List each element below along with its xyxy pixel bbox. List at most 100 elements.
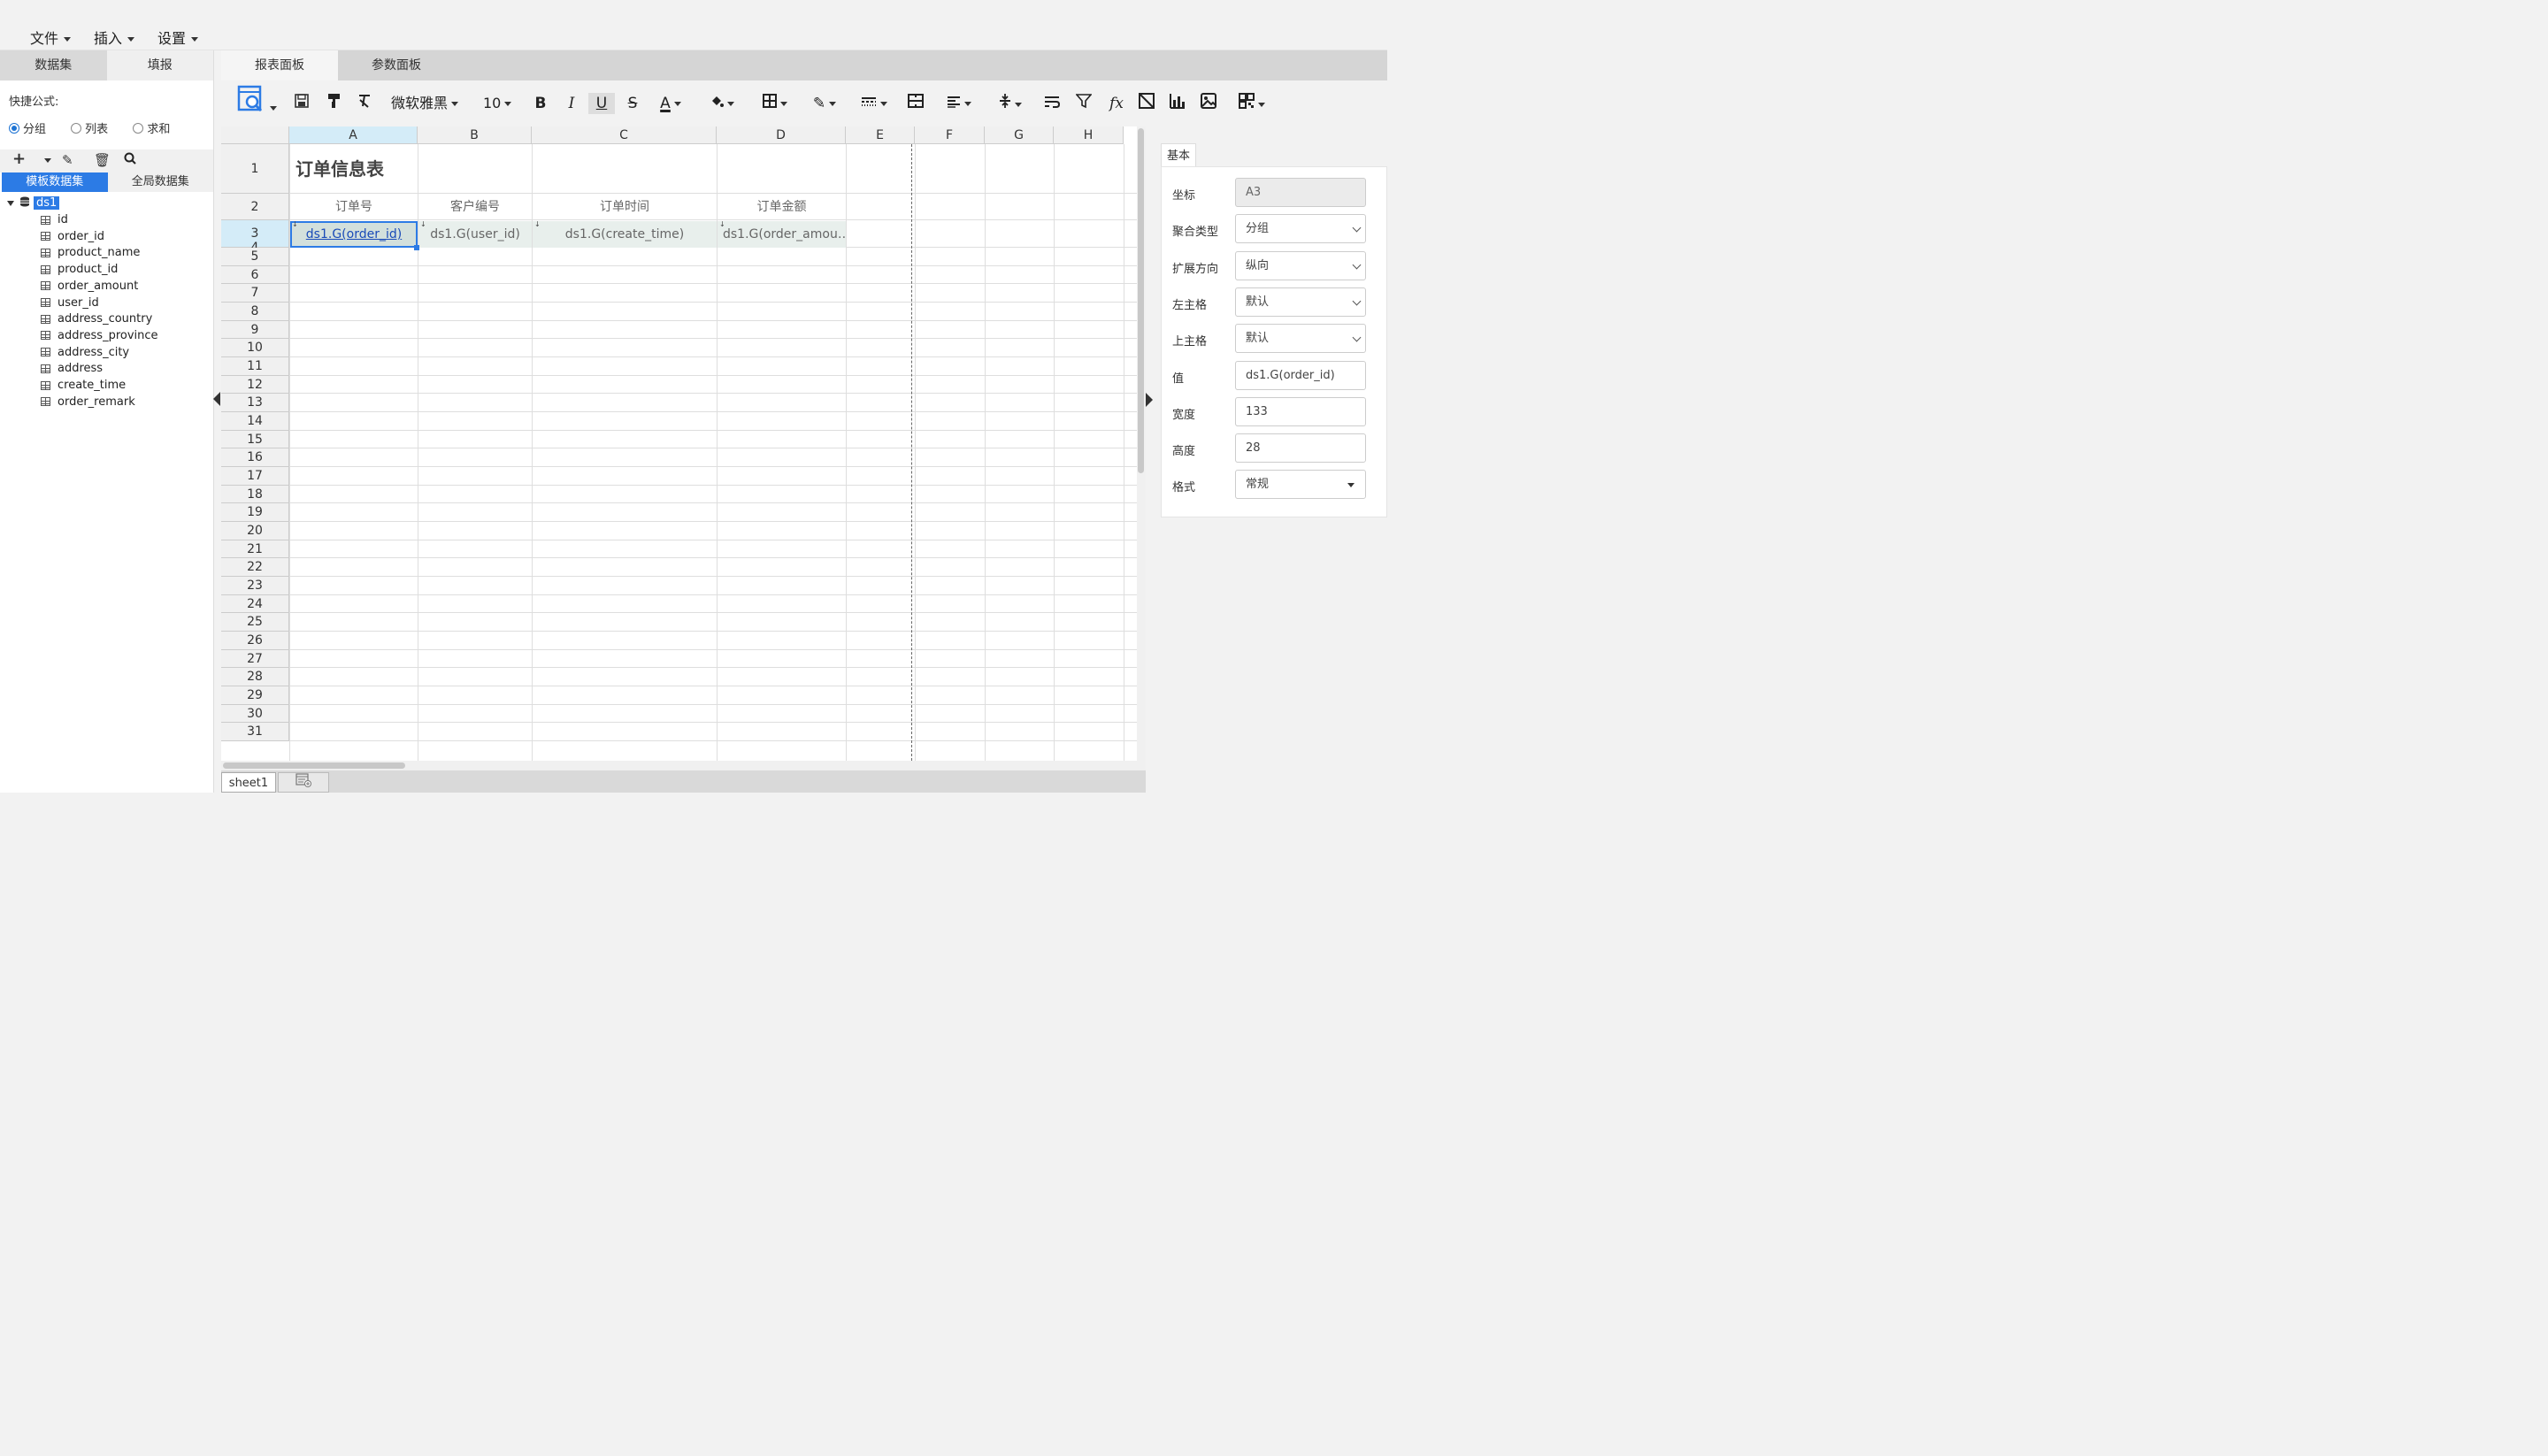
row-header[interactable]: 9 xyxy=(221,320,289,340)
caret-down-icon[interactable] xyxy=(44,158,51,163)
row-header[interactable]: 29 xyxy=(221,686,289,705)
row-header[interactable]: 28 xyxy=(221,668,289,687)
font-family-select[interactable]: 微软雅黑 xyxy=(391,93,465,114)
clear-format-icon[interactable] xyxy=(356,93,375,114)
collapse-right-arrow-icon[interactable] xyxy=(1146,393,1153,407)
radio-group[interactable]: 分组 xyxy=(9,119,46,136)
tab-template-dataset[interactable]: 模板数据集 xyxy=(2,172,108,192)
property-input[interactable]: A3 xyxy=(1235,178,1366,207)
sheet-tab[interactable]: sheet1 xyxy=(221,772,276,793)
preview-button[interactable] xyxy=(230,85,277,120)
row-header[interactable]: 20 xyxy=(221,522,289,540)
property-input[interactable]: ds1.G(order_id) xyxy=(1235,360,1366,390)
dataset-field[interactable]: address_country xyxy=(41,312,152,326)
filter-icon[interactable] xyxy=(1074,93,1094,114)
tab-report-panel[interactable]: 报表面板 xyxy=(221,50,338,80)
row-header[interactable]: 14 xyxy=(221,412,289,431)
merge-cells-icon[interactable] xyxy=(906,93,925,114)
function-icon[interactable]: fx xyxy=(1106,93,1127,114)
dataset-field[interactable]: create_time xyxy=(41,379,126,392)
property-select[interactable]: 默认 xyxy=(1235,287,1366,317)
trash-icon[interactable]: 🗑 xyxy=(94,152,111,168)
row-header[interactable]: 30 xyxy=(221,704,289,724)
spreadsheet-grid[interactable]: ABCDEFGH12345678910111213141516171819202… xyxy=(221,126,1137,761)
column-header[interactable]: A xyxy=(289,126,418,144)
dataset-field[interactable]: product_id xyxy=(41,263,118,276)
corner-cell[interactable] xyxy=(221,126,289,144)
tab-basic[interactable]: 基本 xyxy=(1161,143,1196,167)
tab-dataset[interactable]: 数据集 xyxy=(0,50,107,80)
italic-icon[interactable]: I xyxy=(562,93,581,114)
expand-arrow-icon[interactable] xyxy=(7,200,14,206)
image-icon[interactable] xyxy=(1199,93,1218,114)
tab-global-dataset[interactable]: 全局数据集 xyxy=(107,172,213,192)
selected-cell[interactable]: ds1.G(order_id) xyxy=(290,221,418,248)
dataset-node[interactable]: ds1 xyxy=(7,196,60,210)
row-header[interactable]: 7 xyxy=(221,284,289,303)
vertical-scrollbar[interactable] xyxy=(1137,126,1146,770)
row-header[interactable]: 2 xyxy=(221,194,289,220)
dataset-field[interactable]: order_remark xyxy=(41,395,135,409)
wrap-text-icon[interactable] xyxy=(1042,93,1062,114)
column-header[interactable]: E xyxy=(846,126,915,144)
border-style-icon[interactable] xyxy=(856,93,892,114)
row-header[interactable]: 19 xyxy=(221,503,289,523)
qrcode-icon[interactable] xyxy=(1234,93,1270,114)
row-header[interactable]: 25 xyxy=(221,613,289,632)
add-sheet-icon[interactable] xyxy=(278,772,329,793)
property-select[interactable]: 纵向 xyxy=(1235,250,1366,280)
header-cell[interactable]: 订单金额 xyxy=(718,195,846,219)
report-title-cell[interactable]: 订单信息表 xyxy=(290,145,845,193)
format-painter-icon[interactable] xyxy=(325,93,344,114)
row-header[interactable]: 31 xyxy=(221,723,289,742)
row-header[interactable]: 12 xyxy=(221,375,289,395)
row-header[interactable]: 5 xyxy=(221,248,289,266)
scroll-thumb[interactable] xyxy=(223,762,405,769)
radio-list[interactable]: 列表 xyxy=(71,119,108,136)
fill-handle[interactable] xyxy=(414,245,419,250)
radio-sum[interactable]: 求和 xyxy=(133,119,170,136)
header-cell[interactable]: 客户编号 xyxy=(418,195,532,219)
column-header[interactable]: C xyxy=(532,126,717,144)
row-header[interactable]: 6 xyxy=(221,265,289,285)
data-cell[interactable]: ds1.G(order_amou… xyxy=(718,221,846,248)
dataset-field[interactable]: address_city xyxy=(41,346,129,359)
add-icon[interactable]: + xyxy=(12,149,26,168)
column-header[interactable]: D xyxy=(717,126,846,144)
header-cell[interactable]: 订单号 xyxy=(290,195,418,219)
dataset-field[interactable]: order_amount xyxy=(41,280,138,293)
property-input[interactable]: 133 xyxy=(1235,396,1366,426)
row-header[interactable]: 24 xyxy=(221,594,289,614)
collapse-left-arrow-icon[interactable] xyxy=(213,392,220,406)
row-header[interactable]: 15 xyxy=(221,430,289,449)
vertical-align-icon[interactable] xyxy=(993,93,1028,114)
data-cell[interactable]: ds1.G(create_time) xyxy=(533,221,717,248)
strikethrough-icon[interactable]: S xyxy=(623,93,642,114)
underline-icon[interactable]: U xyxy=(588,93,615,114)
scroll-thumb[interactable] xyxy=(1138,128,1144,473)
row-header[interactable]: 13 xyxy=(221,394,289,413)
header-cell[interactable]: 订单时间 xyxy=(533,195,717,219)
property-select[interactable]: 默认 xyxy=(1235,324,1366,354)
search-icon[interactable] xyxy=(124,152,136,168)
dataset-field[interactable]: user_id xyxy=(41,296,99,310)
align-left-icon[interactable] xyxy=(941,93,977,114)
column-header[interactable]: B xyxy=(418,126,532,144)
column-header[interactable]: H xyxy=(1054,126,1124,144)
row-header[interactable]: 17 xyxy=(221,467,289,486)
row-header[interactable]: 8 xyxy=(221,303,289,321)
menu-insert[interactable]: 插入 xyxy=(94,27,135,48)
row-header[interactable]: 26 xyxy=(221,632,289,650)
no-border-icon[interactable] xyxy=(1137,93,1156,114)
data-cell[interactable]: ds1.G(user_id) xyxy=(418,221,532,248)
property-select[interactable]: 常规 xyxy=(1235,470,1366,500)
property-select[interactable]: 分组 xyxy=(1235,214,1366,244)
row-header[interactable]: 18 xyxy=(221,485,289,504)
row-header[interactable]: 23 xyxy=(221,577,289,595)
dataset-field[interactable]: product_name xyxy=(41,246,140,259)
edit-icon[interactable]: ✎ xyxy=(62,152,73,168)
chart-icon[interactable] xyxy=(1168,93,1187,114)
row-header[interactable]: 1 xyxy=(221,144,289,194)
fill-color-icon[interactable] xyxy=(704,93,740,114)
row-header[interactable]: 22 xyxy=(221,558,289,578)
